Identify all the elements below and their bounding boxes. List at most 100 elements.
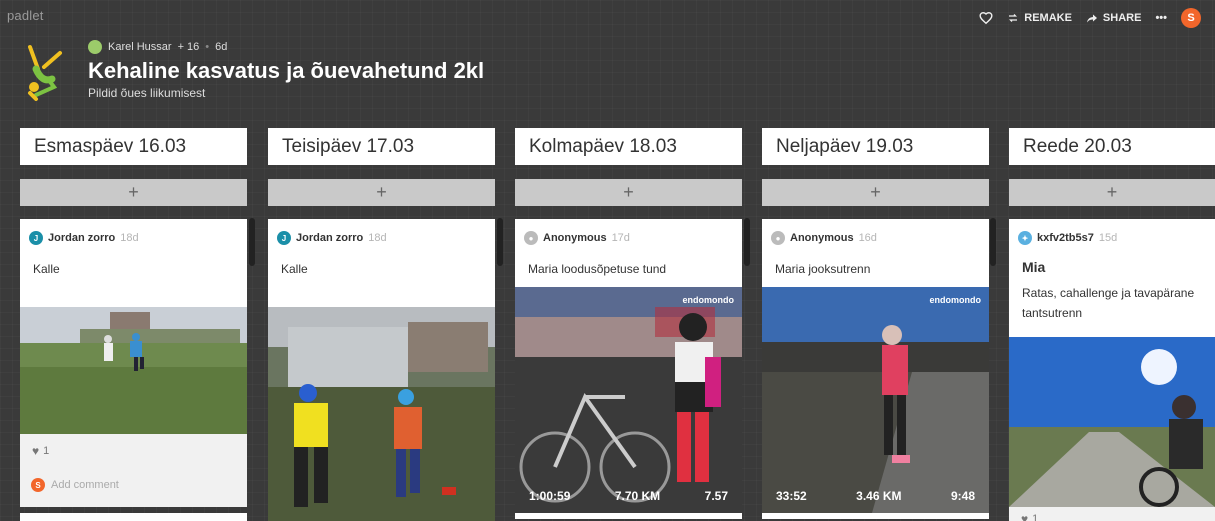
share-icon	[1086, 14, 1097, 23]
post-author: kxfv2tb5s7	[1037, 232, 1094, 244]
like-button[interactable]: ♥ 1	[1021, 512, 1038, 521]
post-header: ✦ kxfv2tb5s7 15d	[1009, 219, 1215, 247]
column-title[interactable]: Neljapäev 19.03	[762, 128, 989, 165]
photo-girl-on-path	[762, 287, 989, 513]
column-title[interactable]: Teisipäev 17.03	[268, 128, 495, 165]
share-button[interactable]: SHARE	[1086, 12, 1142, 24]
post-header: ● Anonymous 16d	[762, 219, 989, 247]
post-card[interactable]: ✦ kxfv2tb5s7 15d Mia Ratas, cahallenge j…	[1009, 219, 1215, 521]
stat-pace: 7.57	[704, 489, 728, 503]
photo-girl-with-bike	[515, 287, 742, 513]
column-wednesday: Kolmapäev 18.03 + ● Anonymous 17d Maria …	[515, 128, 742, 519]
post-footer: ♥ 1 S Add comment	[20, 434, 247, 507]
post-photo[interactable]	[20, 307, 247, 434]
post-age: 15d	[1098, 232, 1118, 244]
like-count: 1	[1032, 513, 1039, 521]
post-photo[interactable]	[268, 307, 495, 521]
post-heading: Mia	[1022, 259, 1046, 275]
post-age: 17d	[611, 232, 630, 244]
post-age: 16d	[858, 232, 877, 244]
meta-separator: •	[205, 41, 210, 53]
page-title: Kehaline kasvatus ja õuevahetund 2kl	[88, 58, 485, 83]
top-bar: padlet REMAKE SHARE ••• S	[0, 0, 1215, 32]
post-card[interactable]: J Jordan zorro 18d Kalle	[268, 219, 495, 521]
top-actions: REMAKE SHARE ••• S	[979, 8, 1201, 28]
gymnast-icon	[28, 45, 62, 101]
post-card[interactable]: ● Anonymous 17d Maria loodusõpetuse tund…	[515, 219, 742, 519]
contributor-count: + 16	[177, 41, 200, 53]
stat-pace: 9:48	[950, 489, 975, 503]
post-photo[interactable]: endomondo 33:52 3.46 KM 9:48	[762, 287, 989, 513]
user-avatar[interactable]: S	[1181, 8, 1201, 28]
padlet-logo[interactable]: padlet	[7, 8, 44, 23]
comment-input[interactable]: S Add comment	[31, 478, 119, 492]
post-card[interactable]: ● Anonymous 16d Maria jooksutrenn endomo…	[762, 219, 989, 519]
wall-age: 6d	[215, 41, 228, 53]
column-tuesday: Teisipäev 17.03 + J Jordan zorro 18d Kal…	[268, 128, 495, 521]
stat-duration: 33:52	[776, 489, 807, 503]
add-post-button[interactable]: +	[268, 179, 495, 206]
post-author-avatar: J	[29, 231, 43, 245]
post-photo[interactable]	[1009, 337, 1215, 507]
like-count: 1	[43, 445, 50, 457]
column-scrollbar[interactable]	[497, 218, 503, 266]
post-text: Maria jooksutrenn	[775, 262, 871, 276]
share-label: SHARE	[1102, 12, 1142, 24]
post-text: Maria loodusõpetuse tund	[528, 262, 667, 276]
column-title[interactable]: Kolmapäev 18.03	[515, 128, 742, 165]
stat-distance: 7.70 KM	[614, 489, 661, 503]
post-footer: ♥ 1	[1009, 507, 1215, 521]
feather-avatar-icon: ✦	[1018, 231, 1032, 245]
post-photo[interactable]: endomondo 1:00:59 7.70 KM 7.57	[515, 287, 742, 513]
stat-distance: 3.46 KM	[856, 489, 902, 503]
column-monday: Esmaspäev 16.03 + J Jordan zorro 18d Kal…	[20, 128, 247, 507]
endomondo-badge: endomondo	[929, 295, 982, 305]
add-post-button[interactable]: +	[20, 179, 247, 206]
remake-icon	[1009, 14, 1018, 22]
photo-kids-running	[268, 307, 495, 521]
more-menu-button[interactable]: •••	[1155, 12, 1167, 24]
add-post-button[interactable]: +	[515, 179, 742, 206]
post-header: ● Anonymous 17d	[515, 219, 742, 247]
post-author: Jordan zorro	[48, 232, 116, 244]
post-age: 18d	[120, 232, 139, 244]
column-thursday: Neljapäev 19.03 + ● Anonymous 16d Maria …	[762, 128, 989, 519]
post-text: Ratas, cahallenge ja tavapärane tantsutr…	[1022, 286, 1195, 320]
wall-meta: Karel Hussar + 16 • 6d	[88, 40, 484, 54]
post-text: Kalle	[281, 262, 308, 276]
comment-placeholder: Add comment	[51, 479, 119, 491]
like-button[interactable]: ♥ 1	[32, 444, 49, 458]
add-post-button[interactable]: +	[762, 179, 989, 206]
post-author: Anonymous	[790, 232, 854, 244]
workout-stats: 33:52 3.46 KM 9:48	[776, 489, 975, 503]
anonymous-avatar-icon: ●	[771, 231, 785, 245]
heart-icon: ♥	[1021, 512, 1029, 521]
column-scrollbar[interactable]	[744, 218, 750, 266]
post-text: Kalle	[33, 262, 60, 276]
remake-button[interactable]: REMAKE	[1007, 12, 1072, 24]
author-avatar	[88, 40, 102, 54]
photo-cycling-road	[1009, 337, 1215, 507]
workout-stats: 1:00:59 7.70 KM 7.57	[529, 489, 728, 503]
heart-icon	[979, 12, 993, 25]
post-card[interactable]: J Jordan zorro 18d Kalle ♥ 1 S Add comme…	[20, 219, 247, 507]
column-title[interactable]: Reede 20.03	[1009, 128, 1215, 165]
post-author: Jordan zorro	[296, 232, 364, 244]
next-post-card[interactable]	[20, 513, 247, 521]
heart-icon: ♥	[32, 444, 40, 458]
stat-duration: 1:00:59	[529, 489, 571, 503]
post-age: 18d	[368, 232, 387, 244]
commenter-avatar: S	[31, 478, 45, 492]
column-scrollbar[interactable]	[990, 218, 996, 266]
remake-label: REMAKE	[1024, 12, 1072, 24]
post-header: J Jordan zorro 18d	[20, 219, 247, 247]
photo-kids-on-grass	[20, 307, 247, 434]
add-post-button[interactable]: +	[1009, 179, 1215, 206]
heart-button[interactable]	[979, 11, 993, 25]
column-scrollbar[interactable]	[249, 218, 255, 266]
anonymous-avatar-icon: ●	[524, 231, 538, 245]
column-title[interactable]: Esmaspäev 16.03	[20, 128, 247, 165]
post-header: J Jordan zorro 18d	[268, 219, 495, 247]
post-author: Anonymous	[543, 232, 607, 244]
post-author-avatar: J	[277, 231, 291, 245]
